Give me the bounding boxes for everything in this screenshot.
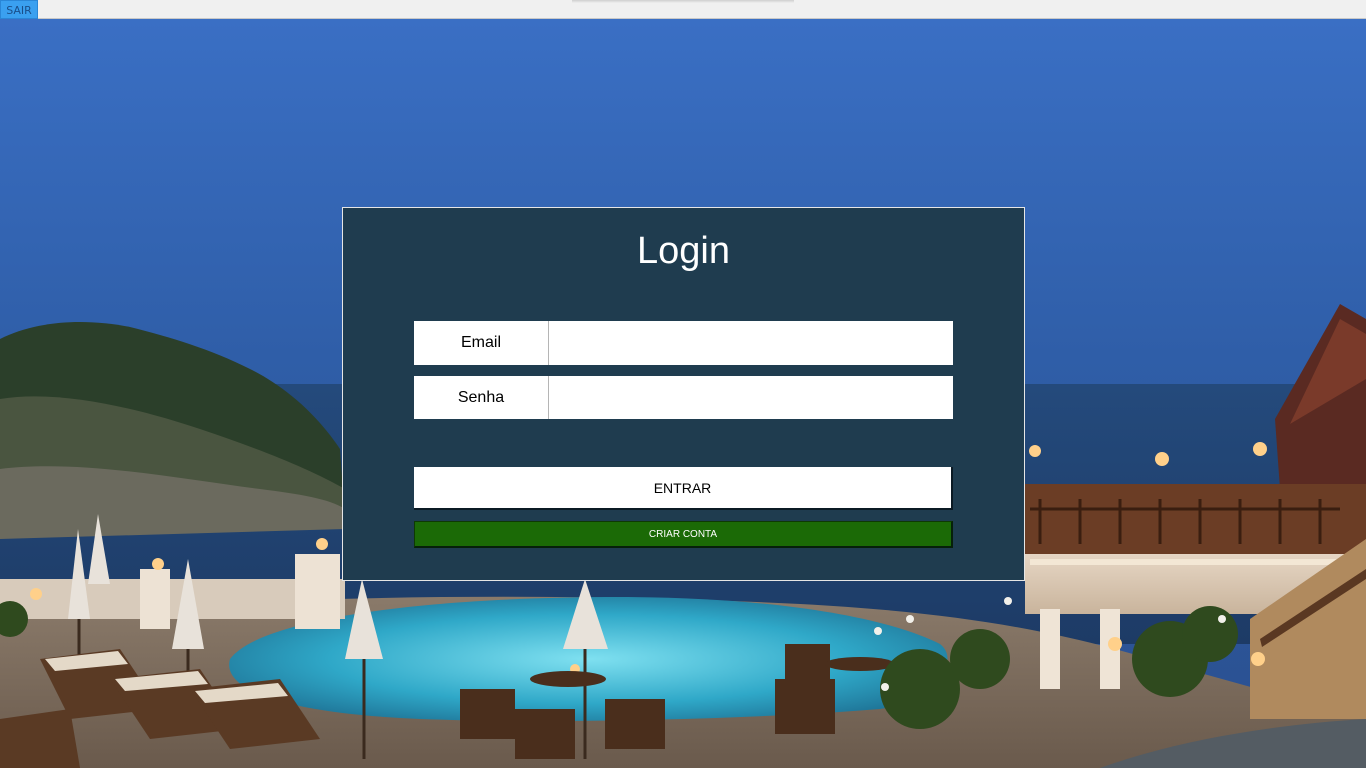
enter-button[interactable]: ENTRAR <box>414 467 953 510</box>
email-field[interactable] <box>550 321 953 365</box>
email-label: Email <box>414 321 549 365</box>
exit-button[interactable]: SAIR <box>0 0 38 19</box>
password-label: Senha <box>414 376 549 419</box>
create-account-button[interactable]: CRIAR CONTA <box>414 521 953 548</box>
login-panel: Login Email Senha ENTRAR CRIAR CONTA <box>342 207 1025 581</box>
password-field[interactable] <box>550 376 953 419</box>
email-row: Email <box>414 321 953 365</box>
password-row: Senha <box>414 376 953 419</box>
top-bar: SAIR <box>0 0 1366 19</box>
login-title: Login <box>637 230 730 272</box>
title-bar-shadow <box>572 0 794 3</box>
